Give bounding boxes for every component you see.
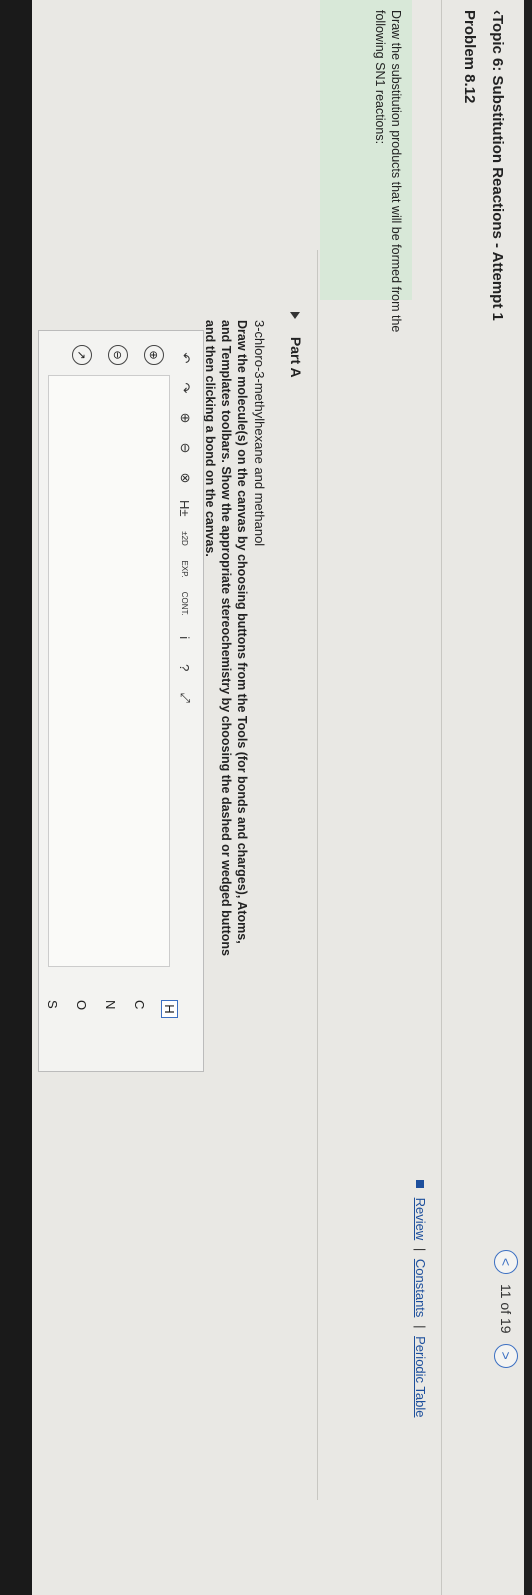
review-icon <box>416 1180 424 1188</box>
constants-link[interactable]: Constants <box>413 1259 428 1318</box>
undo-icon[interactable]: ↶ <box>176 350 194 366</box>
info-icon[interactable]: i <box>176 630 194 646</box>
rotated-page: ‹Topic 6: Substitution Reactions - Attem… <box>0 0 532 1595</box>
arrow-tool-icon[interactable]: ↗ <box>72 345 92 365</box>
help-icon[interactable]: ? <box>176 660 194 676</box>
drawing-canvas[interactable] <box>48 375 170 967</box>
positive-charge-icon[interactable]: ⊕ <box>144 345 164 365</box>
expand-button[interactable]: EXP. <box>176 561 194 578</box>
clear-icon[interactable]: ⊗ <box>176 470 194 486</box>
prev-button[interactable]: < <box>494 1250 518 1274</box>
intro-text: Draw the substitution products that will… <box>373 10 403 333</box>
atom-h-button[interactable]: H <box>161 1000 178 1018</box>
problem-nav: < 11 of 19 > <box>494 1250 518 1368</box>
atom-o-button[interactable]: O <box>74 1000 89 1018</box>
atom-s-button[interactable]: S <box>45 1000 60 1018</box>
positive-charge-icon[interactable]: ⊕ <box>176 410 194 426</box>
2d-button[interactable]: ±2D <box>176 531 194 547</box>
separator: | <box>413 1325 428 1329</box>
contract-button[interactable]: CONT. <box>176 592 194 616</box>
part-a-header[interactable]: Part A <box>288 312 304 378</box>
atoms-toolbar: H C N O S <box>45 1000 178 1018</box>
h-plus-button[interactable]: H± <box>176 500 194 517</box>
negative-charge-icon[interactable]: ⊖ <box>108 345 128 365</box>
editor-toolbar: ↶ ↷ ⊕ ⊖ ⊗ H± ±2D EXP. CONT. i ? ⤢ <box>176 350 194 706</box>
resource-links: Review | Constants | Periodic Table <box>413 1180 428 1418</box>
redo-icon[interactable]: ↷ <box>176 380 194 396</box>
top-edge <box>524 0 532 1595</box>
review-link[interactable]: Review <box>413 1198 428 1241</box>
next-button[interactable]: > <box>494 1343 518 1368</box>
fullscreen-icon[interactable]: ⤢ <box>176 690 194 706</box>
separator: | <box>413 1247 428 1252</box>
problem-count: 11 of 19 <box>498 1284 514 1334</box>
instructions-text: Draw the molecule(s) on the canvas by ch… <box>203 320 249 956</box>
collapse-triangle-icon <box>289 312 300 319</box>
divider <box>441 0 442 1595</box>
negative-charge-icon[interactable]: ⊖ <box>176 440 194 456</box>
reagent-text: 3-chloro-3-methylhexane and methanol <box>252 320 267 547</box>
problem-label: Problem 8.12 <box>461 10 478 104</box>
part-divider <box>317 250 318 1500</box>
part-a-label: Part A <box>288 336 304 378</box>
atom-c-button[interactable]: C <box>132 1000 147 1018</box>
page-title[interactable]: ‹Topic 6: Substitution Reactions - Attem… <box>489 10 506 321</box>
atom-n-button[interactable]: N <box>103 1000 118 1018</box>
left-tool-panel: ⊕ ⊖ ↗ <box>72 345 164 365</box>
periodic-table-link[interactable]: Periodic Table <box>413 1336 428 1417</box>
bottom-edge <box>0 0 32 1595</box>
